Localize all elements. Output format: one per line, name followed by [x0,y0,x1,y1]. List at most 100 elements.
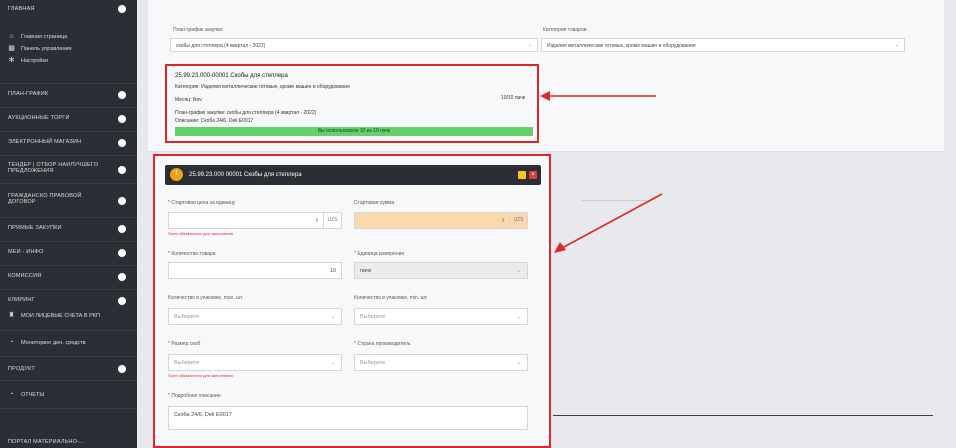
country-label: * Страна производитель [354,341,411,347]
product-form: 1 25.99.23.000 00001 Скобы для степлера … [153,154,551,448]
category-label: Категория товаров: [543,27,588,33]
sidebar-section-label: ПЛАН-ГРАФИК [8,91,49,97]
expand-dot-icon[interactable] [118,365,126,373]
product-info-card: 25.99.23.000-00001 Скобы для степлера Ка… [165,64,539,143]
chevron-down-icon: ⌄ [516,268,521,274]
sidebar-section-tender[interactable]: ТЕНДЕР | ОТБОР НАИЛУЧШЕГО ПРЕДЛОЖЕНИЯ [0,155,137,183]
bank-icon: ♜ [8,312,15,319]
sidebar-item-settings[interactable]: ✻ Настройки [8,57,48,64]
home-icon: ⌂ [9,33,14,40]
divider [553,415,933,416]
expand-dot-icon[interactable] [118,273,126,281]
sidebar-section-clearing[interactable]: КЛИРИНГ [0,289,137,313]
sidebar-section-label: ГРАЖДАНСКО ПРАВОВОЙ ДОГОВОР [8,193,82,205]
sidebar-section-label: КОМИССИЯ [8,273,42,279]
sidebar-item-accounts[interactable]: ♜ МОИ ЛИЦЕВЫЕ СЧЕТА В РКП [8,312,100,319]
sidebar-section-label: ТЕНДЕР | ОТБОР НАИЛУЧШЕГО ПРЕДЛОЖЕНИЯ [8,162,99,174]
detail-textarea[interactable]: Скоба 24/6, Deli E0017 [168,406,528,430]
sidebar-section-info[interactable]: МЕИ - ИНФО [0,241,137,265]
plan-select[interactable]: скобы для степлера (4 квартал - 2022) ⌄ [170,38,538,52]
category-select-value: Изделия металлические готовые, кроме маш… [547,43,696,49]
usage-progress-text: Вы использовали 10 из 10 пачк [317,128,391,134]
sidebar-section-direct[interactable]: ПРЯМЫЕ ЗАКУПКИ [0,217,137,241]
plan-label: План-график закупки: [173,27,224,33]
unit-label: * Единица измерения [354,251,405,257]
expand-dot-icon[interactable] [118,197,126,205]
sidebar-section-label: ГЛАВНАЯ [8,6,35,12]
detail-label: * Подробное описание: [168,393,222,399]
close-icon[interactable]: × [529,171,537,179]
pack-min-select[interactable]: Выберите ⌄ [354,308,528,325]
size-select[interactable]: Выберите ⌄ [168,354,342,371]
expand-dot-icon[interactable] [118,139,126,147]
chevron-down-icon: ⌄ [330,314,335,320]
sidebar-item-monitoring[interactable]: ◔ Мониторинг ден. средств [0,330,137,356]
sidebar-section-label: ЭЛЕКТРОННЫЙ МАГАЗИН [8,139,82,145]
sum-input[interactable]: ⇕ UZS [354,212,528,229]
divider [582,200,648,201]
sidebar-section-plan[interactable]: ПЛАН-ГРАФИК [0,83,137,107]
sidebar-section-label: КЛИРИНГ [8,297,35,303]
sidebar: ГЛАВНАЯ ⌂ Главная страница ▦ Панель упра… [0,0,137,448]
product-category: Категория: Изделия металлические готовые… [175,84,350,90]
price-label: * Стартовая цена за единицу [168,200,236,206]
sidebar-section-label: ПОРТАЛ МАТЕРИАЛЬНО-... [8,439,85,445]
currency-addon: UZS [323,213,341,228]
size-error: Поле обязательно для заполнения [168,373,233,378]
sidebar-section-commission[interactable]: КОМИССИЯ [0,265,137,289]
sidebar-section-portal[interactable]: ПОРТАЛ МАТЕРИАЛЬНО-... [0,408,137,448]
sidebar-item-home[interactable]: ⌂ Главная страница [8,33,67,40]
sidebar-section-label: МЕИ - ИНФО [8,249,44,255]
sidebar-item-dashboard[interactable]: ▦ Панель управления [8,45,72,52]
sidebar-item-label: Панель управления [21,45,72,52]
chart-icon: ◔ [9,391,14,398]
product-title: 25.99.23.000-00001 Скобы для степлера [175,73,288,79]
sidebar-section-contract[interactable]: ГРАЖДАНСКО ПРАВОВОЙ ДОГОВОР [0,183,137,217]
sidebar-item-label: ОТЧЕТЫ [21,391,45,398]
expand-dot-icon[interactable] [118,297,126,305]
form-header: 1 25.99.23.000 00001 Скобы для степлера … [165,165,541,185]
sidebar-section-main[interactable]: ГЛАВНАЯ [0,0,137,24]
product-month: Месяц: Nov [175,97,202,103]
sidebar-section-label: АУКЦИОННЫЕ ТОРГИ [8,115,70,121]
chevron-down-icon: ⌄ [516,314,521,320]
expand-dot-icon[interactable] [118,91,126,99]
spinner-icon[interactable]: ⇕ [315,218,319,224]
sidebar-section-product[interactable]: ПРОДУКТ [0,356,137,380]
chart-icon: ◔ [9,339,14,346]
size-label: * Размер скоб [168,341,201,347]
sidebar-item-label: Главная страница [21,33,68,40]
form-title: 25.99.23.000 00001 Скобы для степлера [189,172,302,178]
plan-select-value: скобы для степлера (4 квартал - 2022) [176,43,266,49]
chevron-down-icon: ⌄ [516,360,521,366]
expand-dot-icon[interactable] [118,225,126,233]
chevron-down-icon: ⌄ [894,42,899,48]
sidebar-section-eshop[interactable]: ЭЛЕКТРОННЫЙ МАГАЗИН [0,131,137,155]
category-select[interactable]: Изделия металлические готовые, кроме маш… [541,38,905,52]
expand-dot-icon[interactable] [118,249,126,257]
pack-min-label: Количество в упаковке, min. шт. [354,295,428,301]
price-input[interactable]: ⇕ UZS [168,212,342,229]
usage-progress-bar: Вы использовали 10 из 10 пачк [175,127,533,136]
item-number-badge: 1 [170,168,183,181]
quantity-label: * Количество товара [168,251,216,257]
country-select[interactable]: Выберите ⌄ [354,354,528,371]
gear-icon: ✻ [8,57,15,64]
sidebar-item-label: МОИ ЛИЦЕВЫЕ СЧЕТА В РКП [21,312,100,319]
pack-max-select[interactable]: Выберите ⌄ [168,308,342,325]
quantity-input[interactable]: 10 [168,262,342,279]
expand-dot-icon[interactable] [118,166,126,174]
unit-select[interactable]: пачк ⌄ [354,262,528,279]
chevron-down-icon: ⌄ [330,360,335,366]
sidebar-section-label: ПРОДУКТ [8,366,35,372]
sidebar-item-reports[interactable]: ◔ ОТЧЕТЫ [0,380,137,408]
product-count: 10/10 пачк [500,95,525,101]
sidebar-section-label: ПРЯМЫЕ ЗАКУПКИ [8,225,62,231]
spinner-icon[interactable]: ⇕ [501,218,505,224]
sidebar-section-auction[interactable]: АУКЦИОННЫЕ ТОРГИ [0,107,137,131]
expand-dot-icon[interactable] [118,5,126,13]
dashboard-icon: ▦ [8,45,15,52]
sidebar-item-label: Мониторинг ден. средств [21,339,86,346]
minimize-icon[interactable] [518,171,526,179]
expand-dot-icon[interactable] [118,115,126,123]
